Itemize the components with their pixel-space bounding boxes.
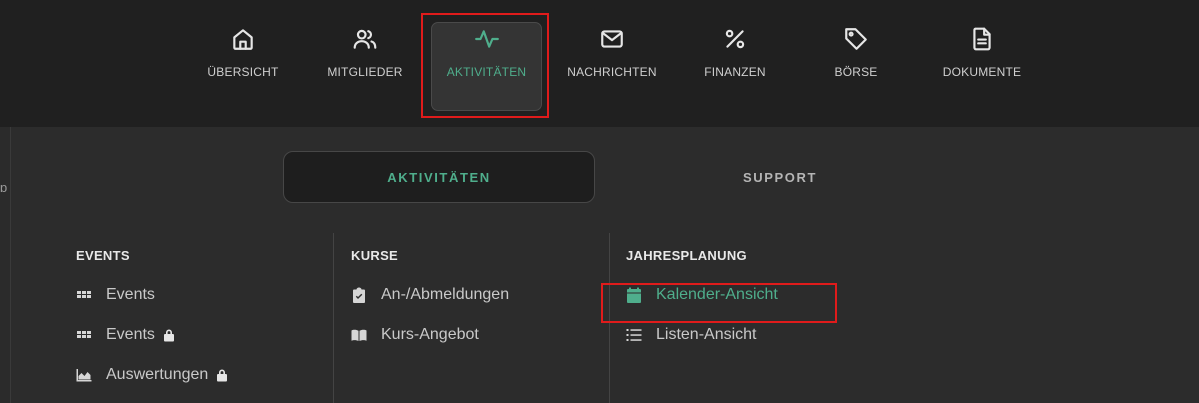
menu-item-an-abmeldungen[interactable]: An-/Abmeldungen	[351, 283, 509, 307]
column-divider	[609, 233, 610, 403]
nav-label: BÖRSE	[834, 65, 878, 79]
menu-item-listen-ansicht[interactable]: Listen-Ansicht	[626, 323, 778, 347]
tab-label: AKTIVITÄTEN	[387, 169, 491, 185]
nav-label: ÜBERSICHT	[207, 65, 279, 79]
nav-label: NACHRICHTEN	[567, 65, 657, 79]
nav-label: MITGLIEDER	[327, 65, 403, 79]
area-chart-icon	[76, 367, 92, 383]
menu-item-kurs-angebot[interactable]: Kurs-Angebot	[351, 323, 509, 347]
jahresplanung-column: JAHRESPLANUNG Kalender-Ansicht Listen-An…	[626, 248, 778, 363]
mail-icon	[599, 26, 625, 52]
menu-item-label: Kurs-Angebot	[381, 326, 479, 343]
tag-icon	[843, 26, 869, 52]
document-icon	[969, 26, 995, 52]
menu-item-kalender-ansicht[interactable]: Kalender-Ansicht	[626, 283, 778, 307]
nav-item-nachrichten[interactable]: NACHRICHTEN	[560, 22, 664, 124]
list-icon	[626, 327, 642, 343]
activity-icon	[474, 26, 500, 52]
top-navigation: ÜBERSICHT MITGLIEDER AKTIVITÄTEN NACHRIC…	[0, 0, 1199, 127]
users-icon	[352, 26, 378, 52]
tab-label: SUPPORT	[742, 169, 818, 185]
nav-label: FINANZEN	[704, 65, 766, 79]
menu-item-label: Auswertungen	[106, 366, 209, 383]
events-column: EVENTS Events Events Auswertungen	[76, 248, 228, 403]
menu-item-events-locked[interactable]: Events	[76, 323, 228, 347]
nav-item-mitglieder[interactable]: MITGLIEDER	[318, 22, 412, 124]
grid-icon	[76, 287, 92, 303]
menu-item-label: An-/Abmeldungen	[381, 286, 510, 303]
grid-icon	[76, 327, 92, 343]
kurse-title: KURSE	[351, 248, 399, 263]
tab-aktivitaeten[interactable]: AKTIVITÄTEN	[283, 151, 595, 203]
calendar-icon	[626, 287, 642, 303]
nav-label: AKTIVITÄTEN	[446, 65, 527, 79]
nav-item-aktivitaeten[interactable]: AKTIVITÄTEN	[431, 22, 542, 124]
nav-item-uebersicht[interactable]: ÜBERSICHT	[193, 22, 293, 124]
jahresplanung-title: JAHRESPLANUNG	[626, 248, 747, 263]
home-icon	[230, 26, 256, 52]
percent-icon	[722, 26, 748, 52]
menu-item-events[interactable]: Events	[76, 283, 228, 307]
menu-item-label: Events	[106, 286, 155, 303]
nav-item-boerse[interactable]: BÖRSE	[816, 22, 896, 124]
events-title: EVENTS	[76, 248, 130, 263]
menu-item-label: Listen-Ansicht	[656, 326, 757, 343]
menu-item-label: Events	[106, 326, 155, 343]
lock-icon	[216, 368, 228, 382]
book-icon	[351, 327, 367, 343]
nav-item-finanzen[interactable]: FINANZEN	[690, 22, 780, 124]
nav-item-dokumente[interactable]: DOKUMENTE	[932, 22, 1032, 124]
kurse-column: KURSE An-/Abmeldungen Kurs-Angebot	[351, 248, 509, 363]
tab-support[interactable]: SUPPORT	[625, 151, 935, 203]
cropped-text-fragment: ɒ	[0, 180, 8, 195]
lock-icon	[163, 328, 175, 342]
column-divider	[333, 233, 334, 403]
nav-label: DOKUMENTE	[942, 65, 1022, 79]
menu-item-label: Kalender-Ansicht	[656, 286, 778, 303]
menu-item-auswertungen[interactable]: Auswertungen	[76, 363, 228, 387]
clipboard-check-icon	[351, 287, 367, 303]
